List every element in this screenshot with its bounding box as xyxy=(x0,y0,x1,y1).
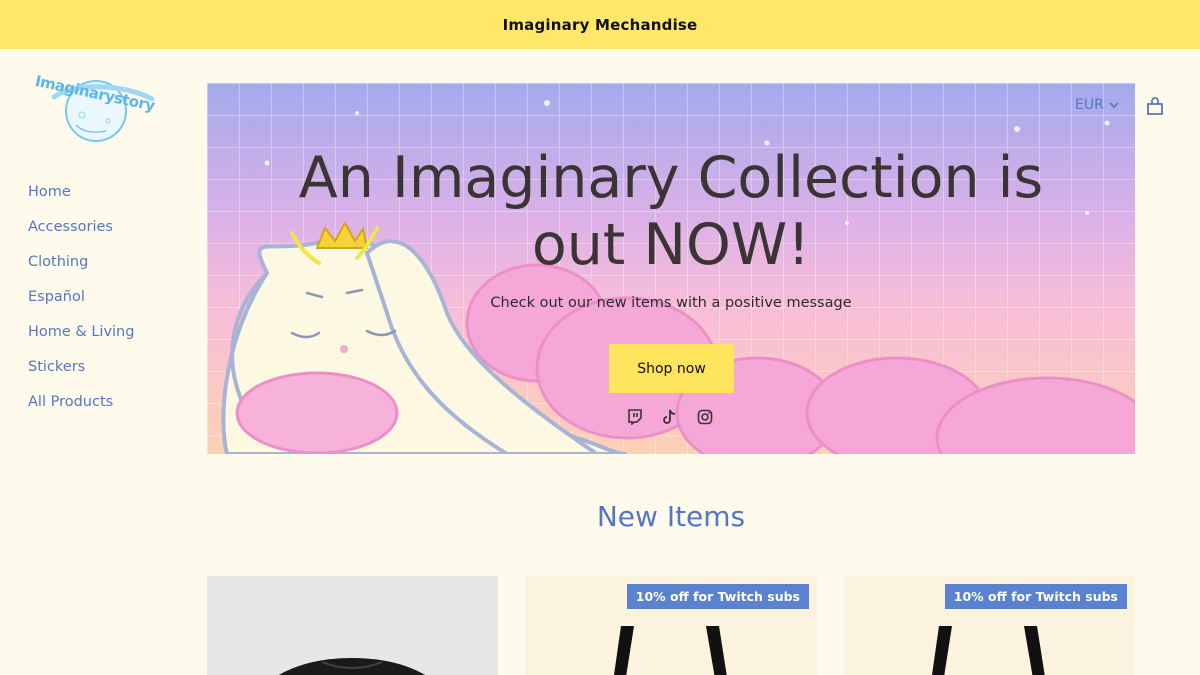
nav-item-all-products[interactable]: All Products xyxy=(28,393,134,428)
hero-banner: An Imaginary Collection is out NOW! Chec… xyxy=(207,83,1135,454)
nav-item-stickers[interactable]: Stickers xyxy=(28,358,134,393)
hero-title-line1: An Imaginary Collection is xyxy=(298,145,1044,211)
chevron-down-icon xyxy=(1109,102,1119,109)
tiktok-icon[interactable] xyxy=(662,409,680,427)
currency-label: EUR xyxy=(1075,97,1104,113)
product-card[interactable]: 10% off for Twitch subs xyxy=(844,576,1135,675)
sidebar-nav: Home Accessories Clothing Español Home &… xyxy=(28,183,134,428)
hero-subtitle: Check out our new items with a positive … xyxy=(490,295,852,311)
currency-selector[interactable]: EUR xyxy=(1075,97,1120,113)
product-card[interactable]: 10% off for Twitch subs xyxy=(526,576,817,675)
nav-item-clothing[interactable]: Clothing xyxy=(28,253,134,288)
hero-title-line2: out NOW! xyxy=(531,212,811,278)
promo-badge: 10% off for Twitch subs xyxy=(944,584,1127,609)
nav-item-accessories[interactable]: Accessories xyxy=(28,218,134,253)
promo-badge: 10% off for Twitch subs xyxy=(626,584,809,609)
shop-now-button[interactable]: Shop now xyxy=(609,344,734,393)
nav-item-home[interactable]: Home xyxy=(28,183,134,218)
twitch-icon[interactable] xyxy=(627,409,645,427)
store-logo[interactable]: Imaginarystory xyxy=(32,72,162,145)
shopping-bag-icon[interactable] xyxy=(1145,96,1165,116)
product-card[interactable] xyxy=(207,576,498,675)
announcement-text: Imaginary Mechandise xyxy=(502,15,698,34)
instagram-icon[interactable] xyxy=(697,409,715,427)
section-title-new-items: New Items xyxy=(596,500,746,533)
nav-item-home-living[interactable]: Home & Living xyxy=(28,323,134,358)
hero-title: An Imaginary Collection is out NOW! xyxy=(207,145,1135,279)
product-image xyxy=(278,658,426,675)
announcement-bar: Imaginary Mechandise xyxy=(0,0,1200,49)
nav-item-espanol[interactable]: Español xyxy=(28,288,134,323)
